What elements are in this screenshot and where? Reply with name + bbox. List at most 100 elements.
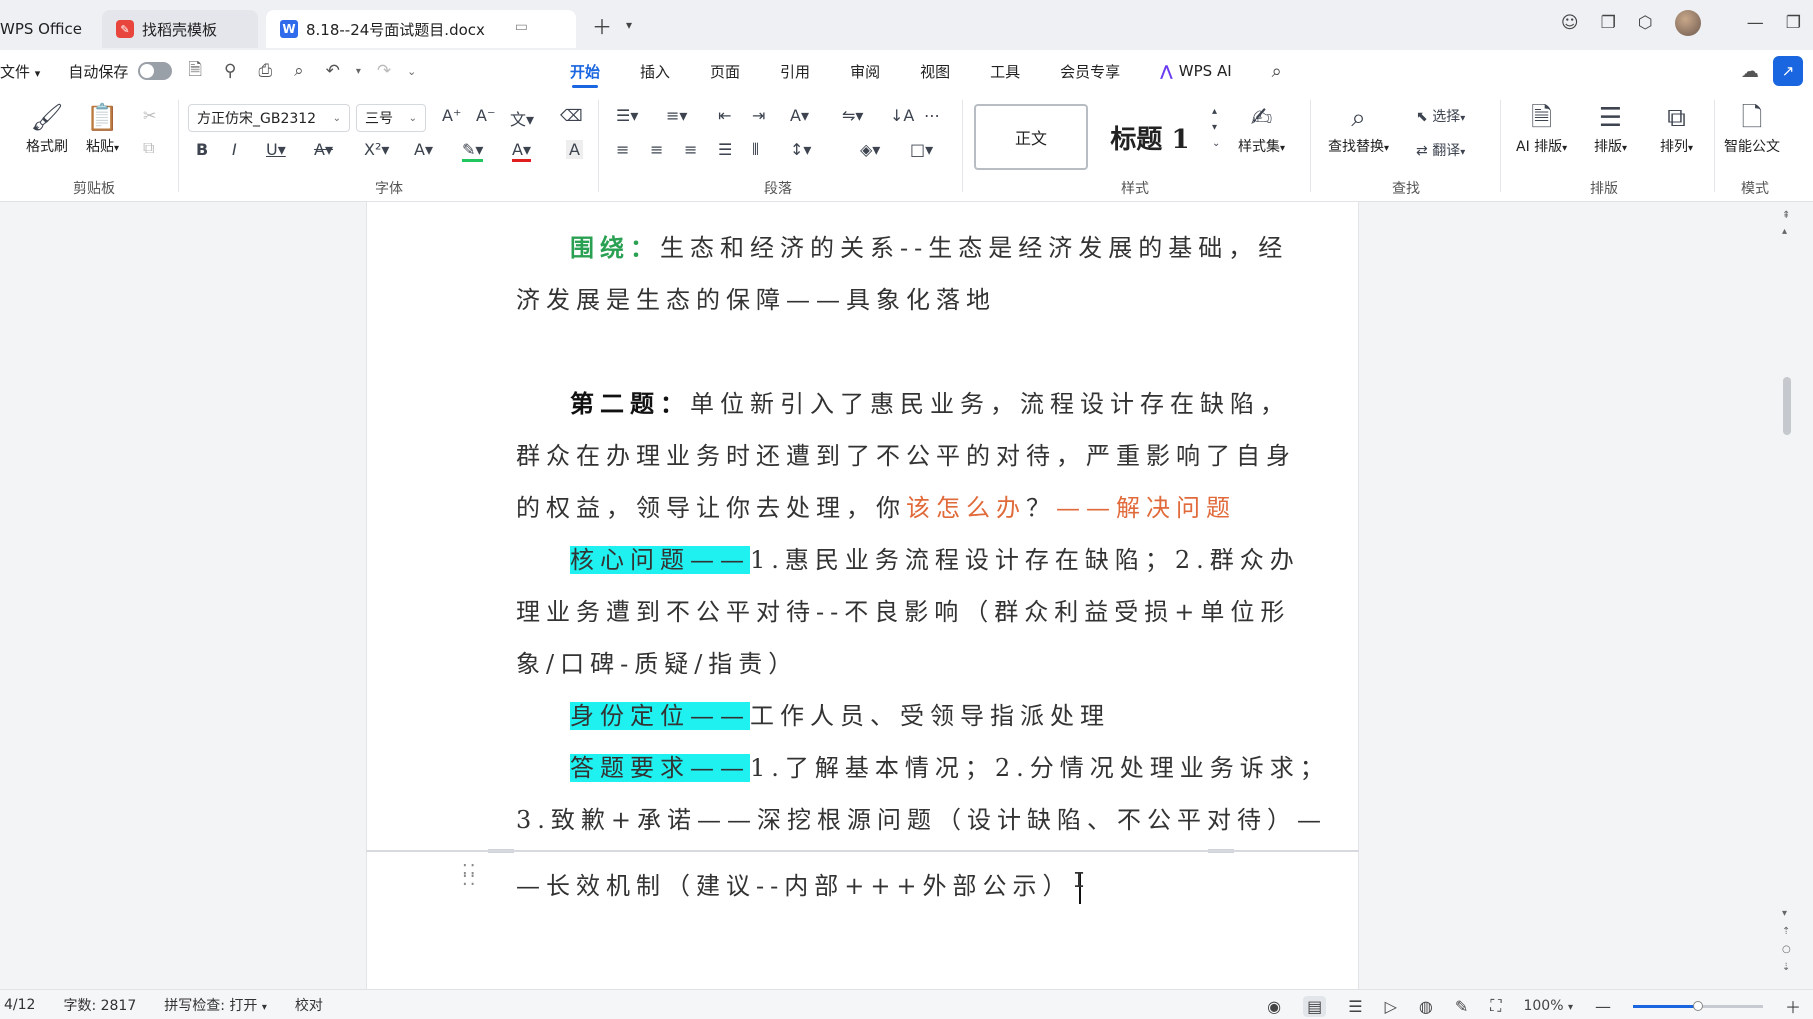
align-center-icon[interactable]: ≡ bbox=[650, 140, 663, 159]
italic-icon[interactable]: I bbox=[232, 140, 237, 159]
share-button[interactable]: ↗ bbox=[1773, 56, 1803, 86]
web-view-icon[interactable]: ◍ bbox=[1419, 997, 1433, 1016]
monitor-icon[interactable]: ▭ bbox=[515, 19, 528, 35]
border-icon[interactable]: □▾ bbox=[910, 140, 933, 159]
format-painter-button[interactable]: 🖌 格式刷 bbox=[26, 102, 68, 156]
cube-icon[interactable]: ⬡ bbox=[1638, 13, 1653, 33]
select-browse-icon[interactable]: ○ bbox=[1782, 944, 1791, 955]
format-icon[interactable]: ⚲ bbox=[224, 61, 236, 81]
align-left-icon[interactable]: ≡ bbox=[616, 140, 629, 159]
sort-direction-icon[interactable]: ⇋▾ bbox=[842, 106, 863, 125]
file-menu[interactable]: 文件 ▾ bbox=[0, 61, 40, 82]
bullets-icon[interactable]: ☰▾ bbox=[616, 106, 638, 125]
menu-insert[interactable]: 插入 bbox=[620, 50, 690, 92]
underline-icon[interactable]: U▾ bbox=[266, 140, 286, 159]
doc-line[interactable]: 核心问题——1.惠民业务流程设计存在缺陷；2.群众办 bbox=[516, 540, 1294, 575]
menu-review[interactable]: 审阅 bbox=[830, 50, 900, 92]
tab-wps-office[interactable]: WPS Office bbox=[0, 10, 96, 48]
style-normal[interactable]: 正文 bbox=[974, 104, 1088, 170]
paste-button[interactable]: 📋 粘贴▾ bbox=[86, 102, 119, 156]
scroll-top-icon[interactable]: ▴ bbox=[1782, 226, 1787, 237]
translate-button[interactable]: ⇄ 翻译▾ bbox=[1416, 140, 1465, 160]
menu-references[interactable]: 引用 bbox=[760, 50, 830, 92]
menu-member[interactable]: 会员专享 bbox=[1040, 50, 1140, 92]
word-count[interactable]: 字数: 2817 bbox=[49, 995, 150, 1015]
numbering-icon[interactable]: ≡▾ bbox=[666, 106, 687, 125]
fit-page-icon[interactable]: ⛶ bbox=[1490, 996, 1501, 1016]
select-button[interactable]: ⬉ 选择▾ bbox=[1416, 106, 1465, 126]
doc-line[interactable]: 理业务遭到不公平对待--不良影响（群众利益受损+单位形 bbox=[516, 592, 1284, 627]
doc-line[interactable]: 的权益，领导让你去处理，你该怎么办？——解决问题 bbox=[516, 488, 1230, 523]
cut-icon[interactable]: ✂ bbox=[143, 106, 156, 125]
page-view-icon[interactable]: ▤ bbox=[1303, 995, 1327, 1017]
bold-icon[interactable]: B bbox=[196, 140, 208, 159]
increase-indent-icon[interactable]: ⇥ bbox=[752, 106, 765, 125]
undo-menu-chevron-icon[interactable]: ▾ bbox=[356, 66, 361, 77]
doc-line[interactable]: 象/口碑-质疑/指责） bbox=[516, 644, 1216, 679]
doc-line[interactable]: —长效机制（建议--内部+++外部公示） bbox=[516, 866, 1216, 904]
char-shading-icon[interactable]: A bbox=[566, 140, 583, 159]
find-replace-button[interactable]: ⌕ 查找替换▾ bbox=[1328, 102, 1389, 156]
show-marks-icon[interactable]: ⋯ bbox=[924, 106, 940, 125]
print-preview-icon[interactable]: ⌕ bbox=[294, 61, 304, 81]
zoom-out-icon[interactable]: — bbox=[1595, 997, 1611, 1016]
window-layout-icon[interactable]: ❐ bbox=[1601, 13, 1616, 33]
play-icon[interactable]: ▷ bbox=[1385, 997, 1397, 1016]
text-effect-icon[interactable]: A▾ bbox=[414, 140, 433, 159]
pinyin-icon[interactable]: 文▾ bbox=[510, 106, 534, 130]
smart-doc-button[interactable]: 🗋 智能公文 bbox=[1724, 102, 1780, 156]
menu-tools[interactable]: 工具 bbox=[970, 50, 1040, 92]
assistant-icon[interactable]: ☺ bbox=[1561, 13, 1579, 33]
vertical-scrollbar[interactable]: ⇞ ▴ ▾ ⇡ ○ ⇣ bbox=[1780, 202, 1794, 989]
doc-line[interactable]: 群众在办理业务时还遭到了不公平的对待，严重影响了自身 bbox=[516, 436, 1290, 471]
doc-line[interactable]: 第二题：单位新引入了惠民业务，流程设计存在缺陷， bbox=[516, 384, 1284, 419]
cloud-upload-icon[interactable]: ☁ bbox=[1741, 61, 1759, 82]
outline-view-icon[interactable]: ☰ bbox=[1348, 997, 1362, 1016]
tab-document[interactable]: W 8.18--24号面试题目.docx ▭ bbox=[266, 10, 576, 48]
menu-page[interactable]: 页面 bbox=[690, 50, 760, 92]
new-tab-plus-icon[interactable]: ＋ bbox=[592, 11, 612, 40]
grow-font-icon[interactable]: A⁺ bbox=[442, 106, 461, 125]
avatar[interactable] bbox=[1674, 10, 1701, 36]
strikethrough-icon[interactable]: A▾ bbox=[314, 140, 333, 159]
superscript-icon[interactable]: X²▾ bbox=[364, 140, 389, 159]
font-size-select[interactable]: 三号 ⌄ bbox=[356, 104, 426, 132]
align-right-icon[interactable]: ≡ bbox=[684, 140, 697, 159]
decrease-indent-icon[interactable]: ⇤ bbox=[718, 106, 731, 125]
more-quick-icon[interactable]: ⌄ bbox=[407, 65, 416, 78]
layout-button[interactable]: ☰ 排版▾ bbox=[1594, 102, 1627, 156]
undo-icon[interactable]: ↶ bbox=[326, 61, 340, 81]
doc-line[interactable]: 3.致歉+承诺——深挖根源问题（设计缺陷、不公平对待）— bbox=[516, 800, 1321, 835]
scroll-down-icon[interactable]: ▾ bbox=[1782, 908, 1787, 919]
redo-icon[interactable]: ↷ bbox=[377, 61, 391, 81]
print-icon[interactable]: ⎙ bbox=[258, 61, 272, 81]
menu-wps-ai[interactable]: ⋀ WPS AI bbox=[1140, 50, 1252, 92]
justify-icon[interactable]: ☰ bbox=[718, 140, 732, 159]
copy-icon[interactable]: ⧉ bbox=[143, 138, 154, 158]
tab-template[interactable]: ✎ 找稻壳模板 bbox=[102, 10, 258, 48]
shading-icon[interactable]: ◈▾ bbox=[860, 140, 880, 159]
menu-home[interactable]: 开始 bbox=[550, 50, 620, 92]
zoom-select[interactable]: 100% ▾ bbox=[1523, 998, 1573, 1014]
doc-line[interactable]: 身份定位——工作人员、受领导指派处理 bbox=[516, 696, 1216, 731]
style-heading-1[interactable]: 标题 1 bbox=[1094, 104, 1206, 170]
font-family-select[interactable]: 方正仿宋_GB2312 ⌄ bbox=[188, 104, 350, 132]
style-scroll-icon[interactable]: ▴ ▾ ⌄ bbox=[1212, 104, 1220, 152]
ai-layout-button[interactable]: 🗎 AI 排版▾ bbox=[1516, 102, 1567, 156]
font-color-icon[interactable]: A▾ bbox=[512, 140, 531, 162]
sort-icon[interactable]: ↓A bbox=[890, 106, 914, 125]
prev-page-icon[interactable]: ⇡ bbox=[1782, 926, 1790, 937]
page-indicator[interactable]: 4/12 bbox=[0, 997, 49, 1013]
doc-line[interactable]: 济发展是生态的保障——具象化落地 bbox=[516, 280, 1216, 315]
menu-view[interactable]: 视图 bbox=[900, 50, 970, 92]
scroll-thumb[interactable] bbox=[1783, 377, 1791, 435]
proofread-button[interactable]: 校对 bbox=[281, 995, 337, 1015]
pen-icon[interactable]: ✎ bbox=[1455, 997, 1468, 1016]
zoom-slider[interactable] bbox=[1632, 1000, 1763, 1011]
highlight-color-icon[interactable]: ✎▾ bbox=[462, 140, 484, 162]
restore-icon[interactable]: ❐ bbox=[1786, 13, 1801, 33]
minimize-icon[interactable]: — bbox=[1747, 13, 1764, 33]
shrink-font-icon[interactable]: A⁻ bbox=[476, 106, 495, 125]
next-page-icon[interactable]: ⇣ bbox=[1782, 962, 1790, 973]
doc-line[interactable]: 答题要求——1.了解基本情况；2.分情况处理业务诉求； bbox=[516, 748, 1324, 783]
